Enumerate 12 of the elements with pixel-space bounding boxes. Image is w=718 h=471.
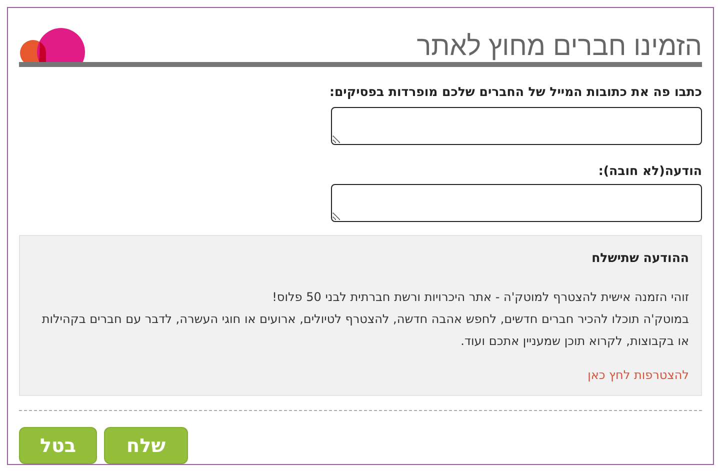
message-text: זוהי הזמנה אישית להצטרף למוטק'ה - אתר היכרויות ורשת חברתית לבני 50 פלוס! xyxy=(271,289,689,306)
join-link[interactable]: להצטרפות לחץ כאן xyxy=(588,368,689,382)
field-label: הודעה(לא חובה): xyxy=(598,163,702,178)
message-text: במוטק'ה תוכלו להכיר חברים חדשים, לחפש אהבה חדשה, להצטרף לטיולים, ארועים או חוגי העשרה, לדבר עם חברים בקהילות או בקבוצות, לקרוא תוכן שמעניין אתכם ועוד. xyxy=(40,311,689,350)
action-button[interactable]: בטל xyxy=(19,427,97,464)
page-title: הזמינו חברים מחוץ לאתר xyxy=(416,33,702,62)
circles-logo-icon xyxy=(19,28,87,62)
action-button[interactable]: שלח xyxy=(104,427,188,464)
preview-heading: ההודעה שתישלח xyxy=(590,250,689,265)
input-field[interactable] xyxy=(331,107,702,145)
input-field[interactable] xyxy=(331,184,702,222)
field-label: כתבו פה את כתובות המייל של החברים שלכם מופרדות בפסיקים: xyxy=(329,84,702,99)
